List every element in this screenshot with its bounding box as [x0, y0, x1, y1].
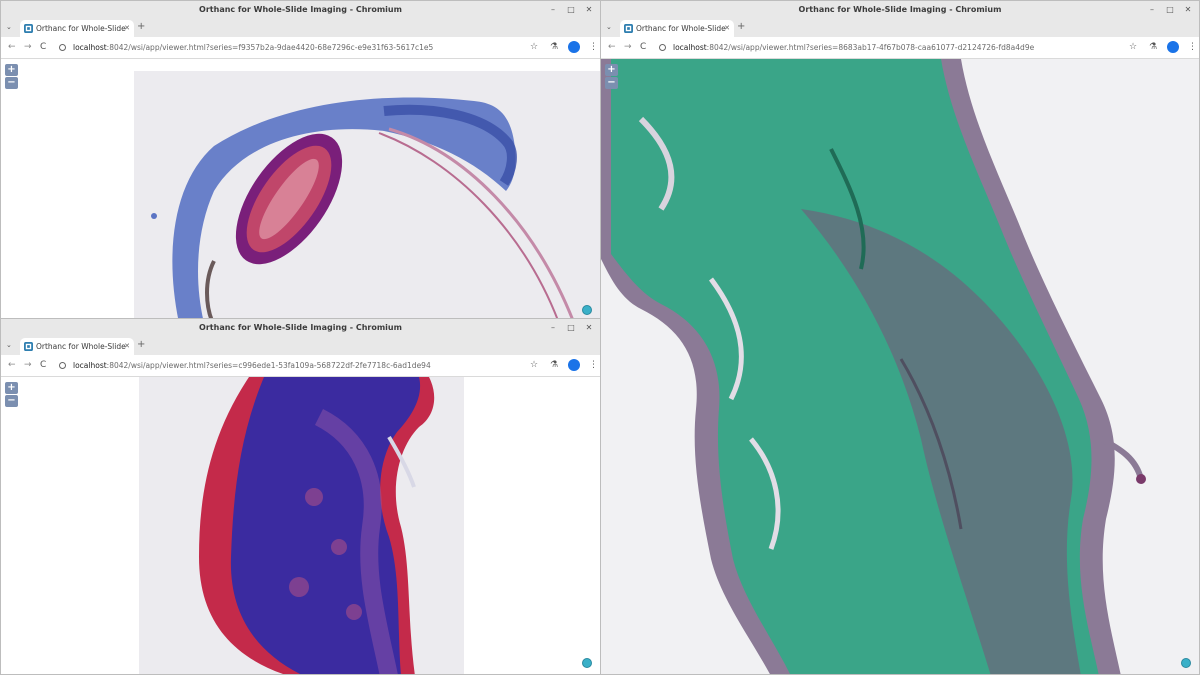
- maximize-button[interactable]: □: [1165, 1, 1175, 19]
- back-button[interactable]: ←: [608, 42, 616, 52]
- window-titlebar: Orthanc for Whole-Slide Imaging - Chromi…: [601, 1, 1199, 19]
- minimize-button[interactable]: –: [548, 1, 558, 19]
- tab-close-icon[interactable]: ✕: [124, 20, 130, 37]
- maximize-button[interactable]: □: [566, 319, 576, 337]
- slide-image-green-tissue: [601, 59, 1199, 674]
- reload-button[interactable]: C: [40, 360, 46, 370]
- tab-strip: ⌄ Orthanc for Whole-Slide ✕ +: [601, 19, 1199, 37]
- maximize-button[interactable]: □: [566, 1, 576, 19]
- tab-label: Orthanc for Whole-Slide: [36, 342, 126, 351]
- zoom-controls: + −: [5, 382, 18, 407]
- tab-label: Orthanc for Whole-Slide: [36, 24, 126, 33]
- tab-search-dropdown-icon[interactable]: ⌄: [6, 341, 12, 349]
- profile-avatar[interactable]: [568, 359, 580, 371]
- back-button[interactable]: ←: [8, 360, 16, 370]
- zoom-in-button[interactable]: +: [5, 382, 18, 394]
- browser-window-top-left: Orthanc for Whole-Slide Imaging - Chromi…: [0, 0, 601, 322]
- viewer-logo-icon: [582, 305, 592, 315]
- forward-button[interactable]: →: [24, 42, 32, 52]
- site-info-icon[interactable]: [59, 362, 66, 369]
- window-titlebar: Orthanc for Whole-Slide Imaging - Chromi…: [1, 1, 600, 19]
- close-button[interactable]: ✕: [584, 319, 594, 337]
- window-title: Orthanc for Whole-Slide Imaging - Chromi…: [798, 5, 1002, 14]
- new-tab-button[interactable]: +: [137, 21, 145, 32]
- url-host: localhost: [673, 43, 707, 52]
- minimize-button[interactable]: –: [548, 319, 558, 337]
- browser-window-bottom-left: Orthanc for Whole-Slide Imaging - Chromi…: [0, 318, 601, 675]
- slide-viewer[interactable]: + −: [601, 59, 1199, 674]
- browser-menu-icon[interactable]: ⋮: [1188, 42, 1197, 52]
- window-titlebar: Orthanc for Whole-Slide Imaging - Chromi…: [1, 319, 600, 337]
- zoom-out-button[interactable]: −: [5, 395, 18, 407]
- viewer-logo-icon: [582, 658, 592, 668]
- window-title: Orthanc for Whole-Slide Imaging - Chromi…: [199, 5, 402, 14]
- window-controls: – □ ✕: [548, 1, 594, 19]
- zoom-out-button[interactable]: −: [605, 77, 618, 89]
- tab-close-icon[interactable]: ✕: [724, 20, 730, 37]
- orthanc-favicon-icon: [24, 342, 33, 351]
- window-controls: – □ ✕: [1147, 1, 1193, 19]
- tab-search-dropdown-icon[interactable]: ⌄: [606, 23, 612, 31]
- orthanc-favicon-icon: [624, 24, 633, 33]
- url-path: :8042/wsi/app/viewer.html?series=8683ab1…: [706, 43, 1035, 52]
- profile-avatar[interactable]: [568, 41, 580, 53]
- browser-toolbar: ← → C localhost:8042/wsi/app/viewer.html…: [601, 37, 1199, 59]
- browser-toolbar: ← → C localhost:8042/wsi/app/viewer.html…: [1, 37, 600, 59]
- tab-search-dropdown-icon[interactable]: ⌄: [6, 23, 12, 31]
- labs-flask-icon[interactable]: ⚗: [550, 42, 558, 52]
- labs-flask-icon[interactable]: ⚗: [550, 360, 558, 370]
- new-tab-button[interactable]: +: [737, 21, 745, 32]
- window-controls: – □ ✕: [548, 319, 594, 337]
- slide-viewer[interactable]: + −: [1, 377, 600, 674]
- new-tab-button[interactable]: +: [137, 339, 145, 350]
- tab-close-icon[interactable]: ✕: [124, 338, 130, 355]
- forward-button[interactable]: →: [24, 360, 32, 370]
- reload-button[interactable]: C: [640, 42, 646, 52]
- bookmark-star-icon[interactable]: ☆: [1129, 42, 1137, 52]
- slide-image-intestine-section: [139, 377, 464, 674]
- forward-button[interactable]: →: [624, 42, 632, 52]
- tab-orthanc-wsi[interactable]: Orthanc for Whole-Slide ✕: [20, 20, 134, 37]
- bookmark-star-icon[interactable]: ☆: [530, 42, 538, 52]
- zoom-out-button[interactable]: −: [5, 77, 18, 89]
- slide-viewer[interactable]: + −: [1, 59, 600, 321]
- viewer-logo-icon: [1181, 658, 1191, 668]
- address-bar[interactable]: localhost:8042/wsi/app/viewer.html?serie…: [53, 358, 523, 373]
- url-path: :8042/wsi/app/viewer.html?series=f9357b2…: [106, 43, 434, 52]
- minimize-button[interactable]: –: [1147, 1, 1157, 19]
- profile-avatar[interactable]: [1167, 41, 1179, 53]
- address-bar[interactable]: localhost:8042/wsi/app/viewer.html?serie…: [53, 40, 523, 55]
- back-button[interactable]: ←: [8, 42, 16, 52]
- site-info-icon[interactable]: [659, 44, 666, 51]
- reload-button[interactable]: C: [40, 42, 46, 52]
- zoom-controls: + −: [5, 64, 18, 89]
- slide-image-eye-section: [134, 71, 600, 321]
- bookmark-star-icon[interactable]: ☆: [530, 360, 538, 370]
- url-host: localhost: [73, 43, 107, 52]
- url-host: localhost: [73, 361, 107, 370]
- close-button[interactable]: ✕: [1183, 1, 1193, 19]
- zoom-in-button[interactable]: +: [605, 64, 618, 76]
- tab-strip: ⌄ Orthanc for Whole-Slide ✕ +: [1, 337, 600, 355]
- browser-menu-icon[interactable]: ⋮: [589, 360, 598, 370]
- site-info-icon[interactable]: [59, 44, 66, 51]
- browser-toolbar: ← → C localhost:8042/wsi/app/viewer.html…: [1, 355, 600, 377]
- zoom-controls: + −: [605, 64, 618, 89]
- browser-window-right: Orthanc for Whole-Slide Imaging - Chromi…: [600, 0, 1200, 675]
- close-button[interactable]: ✕: [584, 1, 594, 19]
- url-path: :8042/wsi/app/viewer.html?series=c996ede…: [106, 361, 431, 370]
- window-title: Orthanc for Whole-Slide Imaging - Chromi…: [199, 323, 402, 332]
- tab-label: Orthanc for Whole-Slide: [636, 24, 726, 33]
- browser-menu-icon[interactable]: ⋮: [589, 42, 598, 52]
- tab-strip: ⌄ Orthanc for Whole-Slide ✕ +: [1, 19, 600, 37]
- address-bar[interactable]: localhost:8042/wsi/app/viewer.html?serie…: [653, 40, 1123, 55]
- tab-orthanc-wsi[interactable]: Orthanc for Whole-Slide ✕: [620, 20, 734, 37]
- labs-flask-icon[interactable]: ⚗: [1149, 42, 1157, 52]
- orthanc-favicon-icon: [24, 24, 33, 33]
- zoom-in-button[interactable]: +: [5, 64, 18, 76]
- tab-orthanc-wsi[interactable]: Orthanc for Whole-Slide ✕: [20, 338, 134, 355]
